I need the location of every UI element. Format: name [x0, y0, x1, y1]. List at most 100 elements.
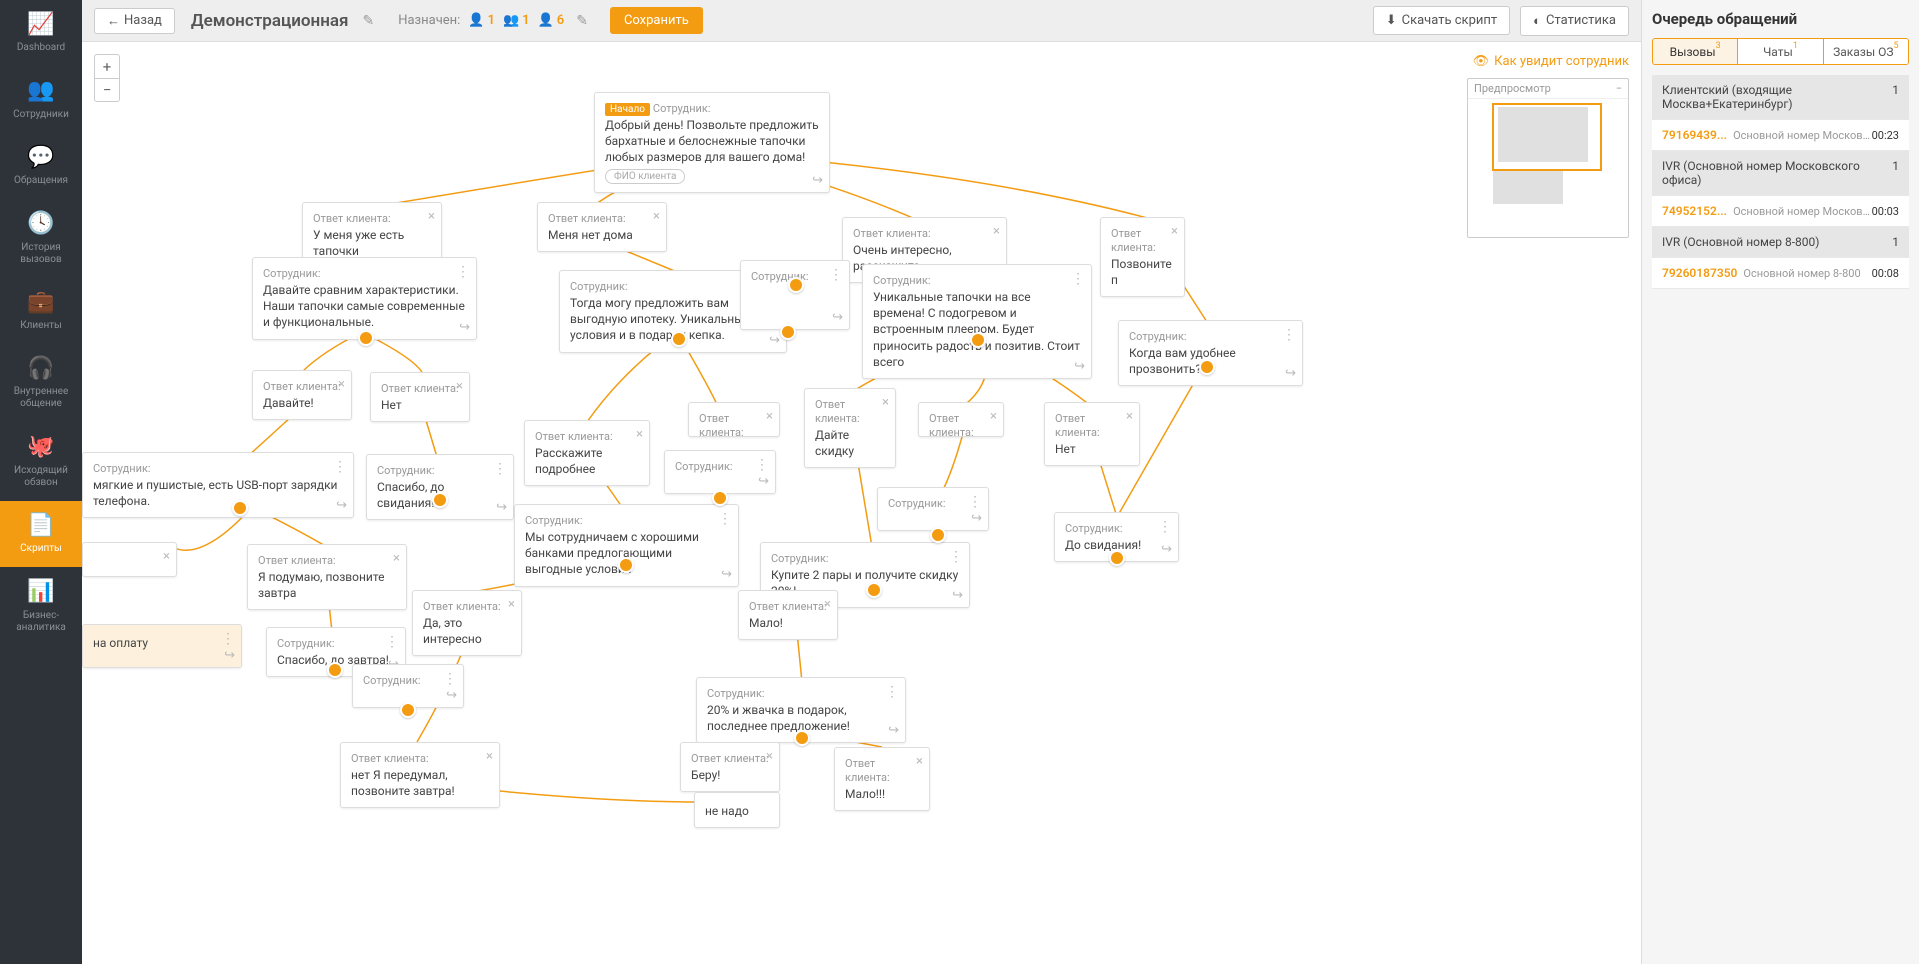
client-response-node[interactable]: Ответ клиента:×: [688, 402, 780, 437]
close-icon[interactable]: ×: [653, 209, 660, 224]
client-response-node[interactable]: Ответ клиента:×Беру!: [680, 742, 780, 792]
add-node-button[interactable]: [400, 702, 416, 718]
employee-node[interactable]: ⋮Сотрудник:Уникальные тапочки на все вре…: [862, 264, 1092, 379]
share-icon[interactable]: ↪: [1161, 542, 1172, 557]
add-node-button[interactable]: [866, 582, 882, 598]
close-icon[interactable]: ×: [508, 597, 515, 612]
client-response-node[interactable]: Ответ клиента:×Нет: [1044, 402, 1140, 466]
edit-assigned-icon[interactable]: ✎: [576, 13, 588, 29]
share-icon[interactable]: ↪: [952, 588, 963, 603]
close-icon[interactable]: ×: [393, 551, 400, 566]
sidebar-item-clients[interactable]: 💼Клиенты: [0, 278, 82, 344]
save-button[interactable]: Сохранить: [610, 7, 703, 34]
add-node-button[interactable]: [232, 500, 248, 516]
add-node-button[interactable]: [712, 490, 728, 506]
sidebar-item-scripts[interactable]: 📄Скрипты: [0, 501, 82, 567]
share-icon[interactable]: ↪: [812, 173, 823, 188]
add-node-button[interactable]: [671, 331, 687, 347]
more-icon[interactable]: ⋮: [333, 459, 347, 475]
share-icon[interactable]: ↪: [459, 320, 470, 335]
tab-calls[interactable]: Вызовы3: [1653, 39, 1738, 64]
minimap-viewport[interactable]: [1492, 103, 1602, 171]
close-icon[interactable]: ×: [163, 549, 170, 564]
share-icon[interactable]: ↪: [224, 648, 235, 663]
more-icon[interactable]: ⋮: [885, 684, 899, 700]
client-response-node[interactable]: Ответ клиента:×Расскажите подробнее: [524, 420, 650, 486]
close-icon[interactable]: ×: [428, 209, 435, 224]
employee-node[interactable]: ⋮Сотрудник:↪: [877, 487, 989, 531]
client-response-node[interactable]: Ответ клиента:×: [918, 402, 1004, 437]
script-canvas[interactable]: + − 👁 Как увидит сотрудник Предпросмотр−: [82, 42, 1641, 964]
add-node-button[interactable]: [1109, 550, 1125, 566]
add-node-button[interactable]: [794, 730, 810, 746]
more-icon[interactable]: ⋮: [1282, 327, 1296, 343]
close-icon[interactable]: ×: [456, 379, 463, 394]
add-node-button[interactable]: [358, 330, 374, 346]
close-icon[interactable]: ×: [824, 597, 831, 612]
employee-node[interactable]: ⋮Сотрудник:мягкие и пушистые, есть USB-п…: [82, 452, 354, 518]
more-icon[interactable]: ⋮: [385, 634, 399, 650]
more-icon[interactable]: ⋮: [456, 264, 470, 280]
minimap-collapse-icon[interactable]: −: [1616, 82, 1622, 95]
zoom-out-button[interactable]: −: [94, 78, 120, 102]
queue-group-header[interactable]: IVR (Основной номер Московского офиса)1: [1652, 151, 1909, 196]
queue-group-header[interactable]: Клиентский (входящие Москва+Екатеринбург…: [1652, 75, 1909, 120]
add-node-button[interactable]: [780, 324, 796, 340]
share-icon[interactable]: ↪: [1074, 359, 1085, 374]
queue-call-item[interactable]: 79169439...Основной номер Московского оф…: [1652, 120, 1909, 151]
queue-call-item[interactable]: 74952152...Основной номер Московского оф…: [1652, 196, 1909, 227]
client-response-node[interactable]: ×: [82, 542, 177, 577]
client-response-node[interactable]: Ответ клиента:×Позвоните п: [1100, 217, 1185, 297]
sidebar-item-employees[interactable]: 👥Сотрудники: [0, 66, 82, 132]
more-icon[interactable]: ⋮: [493, 461, 507, 477]
share-icon[interactable]: ↪: [496, 500, 507, 515]
start-node[interactable]: Начало Сотрудник: Добрый день! Позвольте…: [594, 92, 830, 193]
close-icon[interactable]: ×: [916, 754, 923, 769]
client-response-node[interactable]: Ответ клиента:×Давайте!: [252, 370, 352, 420]
more-icon[interactable]: ⋮: [755, 457, 769, 473]
more-icon[interactable]: ⋮: [718, 511, 732, 527]
download-script-button[interactable]: ⬇ Скачать скрипт: [1373, 6, 1510, 35]
add-node-button[interactable]: [432, 492, 448, 508]
employee-node[interactable]: ⋮Сотрудник:Мы сотрудничаем с хорошими ба…: [514, 504, 739, 587]
more-icon[interactable]: ⋮: [968, 494, 982, 510]
client-response-node[interactable]: Ответ клиента:×Меня нет дома: [537, 202, 667, 252]
close-icon[interactable]: ×: [990, 409, 997, 424]
employee-node[interactable]: ⋮Сотрудник:Давайте сравним характеристик…: [252, 257, 477, 340]
share-icon[interactable]: ↪: [832, 310, 843, 325]
tab-orders[interactable]: Заказы ОЗ5: [1824, 39, 1908, 64]
employee-node[interactable]: ⋮Сотрудник:↪: [664, 450, 776, 494]
back-button[interactable]: ← Назад: [94, 8, 175, 34]
client-response-node[interactable]: Ответ клиента:×Я подумаю, позвоните завт…: [247, 544, 407, 610]
zoom-in-button[interactable]: +: [94, 54, 120, 78]
close-icon[interactable]: ×: [636, 427, 643, 442]
add-node-button[interactable]: [327, 662, 343, 678]
more-icon[interactable]: ⋮: [1158, 519, 1172, 535]
client-response-node[interactable]: Ответ клиента:×Дайте скидку: [804, 388, 896, 468]
more-icon[interactable]: ⋮: [829, 267, 843, 283]
client-response-node[interactable]: не надо: [694, 792, 780, 828]
add-node-button[interactable]: [930, 527, 946, 543]
share-icon[interactable]: ↪: [769, 333, 780, 348]
preview-as-employee-link[interactable]: 👁 Как увидит сотрудник: [1473, 54, 1629, 69]
client-response-node[interactable]: Ответ клиента:×Нет: [370, 372, 470, 422]
sidebar-item-outbound[interactable]: 🐙Исходящий обзвон: [0, 422, 82, 500]
employee-node[interactable]: ⋮на оплату↪: [82, 624, 242, 668]
share-icon[interactable]: ↪: [888, 723, 899, 738]
close-icon[interactable]: ×: [766, 749, 773, 764]
add-node-button[interactable]: [618, 557, 634, 573]
sidebar-item-analytics[interactable]: 📊Бизнес-аналитика: [0, 567, 82, 645]
statistics-button[interactable]: ◐ Статистика: [1520, 6, 1629, 36]
minimap[interactable]: Предпросмотр−: [1467, 78, 1629, 238]
close-icon[interactable]: ×: [1126, 409, 1133, 424]
edit-icon[interactable]: ✎: [362, 13, 374, 29]
share-icon[interactable]: ↪: [1285, 366, 1296, 381]
sidebar-item-call-history[interactable]: 🕓История вызовов: [0, 199, 82, 277]
sidebar-item-requests[interactable]: 💬Обращения: [0, 133, 82, 199]
employee-node[interactable]: ⋮Сотрудник:Когда вам удобнее прозвонить?…: [1118, 320, 1303, 386]
close-icon[interactable]: ×: [882, 395, 889, 410]
close-icon[interactable]: ×: [486, 749, 493, 764]
more-icon[interactable]: ⋮: [949, 549, 963, 565]
sidebar-item-internal-chat[interactable]: 🎧Внутреннее общение: [0, 344, 82, 422]
employee-node[interactable]: ⋮Сотрудник:Спасибо, до свидания!↪: [366, 454, 514, 520]
